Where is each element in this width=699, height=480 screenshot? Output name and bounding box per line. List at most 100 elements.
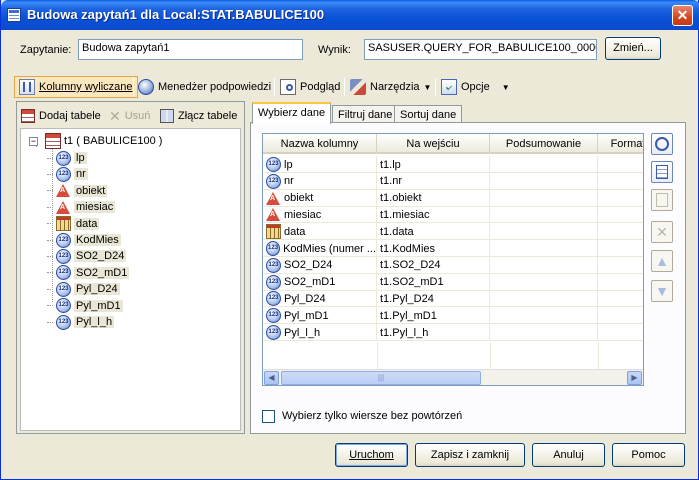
cell-column-name[interactable]: 123 Pyl_D24 xyxy=(263,290,377,308)
remove-table-button[interactable]: ✕ Usuń xyxy=(109,105,150,127)
preview-button[interactable]: Podgląd xyxy=(280,76,340,98)
cell-input[interactable]: t1.Pyl_D24 xyxy=(377,290,490,308)
cell-column-name[interactable]: 123 KodMies (numer ... xyxy=(263,240,377,257)
grid-row[interactable]: data t1.data xyxy=(263,223,643,241)
cell-format[interactable] xyxy=(598,257,643,274)
tree-column-item[interactable]: 123 lp xyxy=(47,150,87,166)
scroll-right-icon[interactable]: ▶ xyxy=(627,371,642,385)
grid-row[interactable]: miesiac t1.miesiac xyxy=(263,206,643,224)
cell-column-name[interactable]: 123 SO2_D24 xyxy=(263,256,377,274)
cell-input[interactable]: t1.lp xyxy=(377,156,490,173)
tab-select-data[interactable]: Wybierz dane xyxy=(252,102,332,124)
header-summary[interactable]: Podsumowanie xyxy=(490,134,598,154)
tree-column-item[interactable]: 123 KodMies xyxy=(47,232,121,248)
header-format[interactable]: Format xyxy=(598,134,643,154)
cell-format[interactable] xyxy=(598,173,643,190)
cell-format[interactable] xyxy=(598,324,643,341)
move-down-button[interactable]: ▼ xyxy=(651,280,673,302)
prompt-manager-button[interactable]: Menedżer podpowiedzi xyxy=(138,76,271,98)
tree-column-item[interactable]: miesiac xyxy=(47,199,116,215)
computed-columns-button[interactable]: Kolumny wyliczane xyxy=(14,76,138,98)
cell-summary[interactable] xyxy=(490,324,598,341)
grid-row[interactable]: 123 Pyl_D24 t1.Pyl_D24 xyxy=(263,290,643,308)
cell-column-name[interactable]: 123 SO2_mD1 xyxy=(263,273,377,291)
cell-input[interactable]: t1.KodMies xyxy=(377,240,490,257)
cell-format[interactable] xyxy=(598,206,643,223)
cell-input[interactable]: t1.SO2_mD1 xyxy=(377,273,490,291)
cell-summary[interactable] xyxy=(490,240,598,257)
cell-summary[interactable] xyxy=(490,307,598,325)
cell-format[interactable] xyxy=(598,223,643,240)
join-tables-button[interactable]: Złącz tabele xyxy=(160,105,237,127)
grid-row[interactable]: 123 Pyl_mD1 t1.Pyl_mD1 xyxy=(263,307,643,325)
cell-format[interactable] xyxy=(598,156,643,173)
grid-row[interactable]: 123 Pyl_l_h t1.Pyl_l_h xyxy=(263,324,643,341)
cell-summary[interactable] xyxy=(490,256,598,274)
cell-column-name[interactable]: obiekt xyxy=(263,189,377,207)
cell-summary[interactable] xyxy=(490,206,598,224)
add-table-button[interactable]: Dodaj tabele xyxy=(21,105,101,127)
cell-summary[interactable] xyxy=(490,156,598,173)
tree-column-item[interactable]: 123 nr xyxy=(47,166,88,182)
tree-column-item[interactable]: obiekt xyxy=(47,183,108,199)
grid-row[interactable]: 123 SO2_mD1 t1.SO2_mD1 xyxy=(263,273,643,291)
column-properties-button[interactable] xyxy=(651,133,673,155)
scroll-left-icon[interactable]: ◀ xyxy=(264,371,279,385)
cell-input[interactable]: t1.Pyl_mD1 xyxy=(377,307,490,325)
cell-column-name[interactable]: 123 nr xyxy=(263,172,377,190)
cell-input[interactable]: t1.Pyl_l_h xyxy=(377,324,490,341)
grid-row[interactable]: obiekt t1.obiekt xyxy=(263,189,643,207)
edit-column-button[interactable] xyxy=(651,189,673,211)
help-button[interactable]: Pomoc xyxy=(612,443,685,467)
grid-row[interactable]: 123 lp t1.lp xyxy=(263,156,643,173)
save-close-button[interactable]: Zapisz i zamknij xyxy=(415,443,525,467)
delete-column-button[interactable]: ✕ xyxy=(651,221,673,243)
close-window-button[interactable]: ✕ xyxy=(672,5,693,26)
grid-row[interactable]: 123 KodMies (numer ... t1.KodMies xyxy=(263,240,643,257)
tools-menu-button[interactable]: Narzędzia ▼ xyxy=(350,76,431,98)
grid-row[interactable]: 123 nr t1.nr xyxy=(263,172,643,190)
change-result-button[interactable]: Zmień... xyxy=(605,37,661,60)
cell-input[interactable]: t1.obiekt xyxy=(377,189,490,207)
query-name-input[interactable]: Budowa zapytań1 xyxy=(78,39,303,60)
tree-column-item[interactable]: 123 Pyl_l_h xyxy=(47,314,115,330)
cell-input[interactable]: t1.data xyxy=(377,223,490,241)
cell-column-name[interactable]: miesiac xyxy=(263,206,377,224)
tree-root-row[interactable]: − t1 ( BABULICE100 ) xyxy=(29,133,162,149)
cell-summary[interactable] xyxy=(490,273,598,291)
cell-summary[interactable] xyxy=(490,189,598,207)
grid-row[interactable]: 123 SO2_D24 t1.SO2_D24 xyxy=(263,256,643,274)
cell-column-name[interactable]: 123 Pyl_mD1 xyxy=(263,307,377,325)
cell-format[interactable] xyxy=(598,290,643,307)
tree-column-item[interactable]: 123 SO2_mD1 xyxy=(47,265,130,281)
run-button[interactable]: Uruchom xyxy=(335,443,408,467)
cell-format[interactable] xyxy=(598,307,643,324)
cancel-button[interactable]: Anuluj xyxy=(532,443,605,467)
distinct-rows-checkbox[interactable] xyxy=(262,410,275,423)
move-up-button[interactable]: ▲ xyxy=(651,250,673,272)
cell-format[interactable] xyxy=(598,240,643,257)
collapse-icon[interactable]: − xyxy=(29,136,38,146)
scroll-thumb[interactable]: ||| xyxy=(281,371,481,385)
cell-format[interactable] xyxy=(598,190,643,207)
cell-summary[interactable] xyxy=(490,290,598,308)
horizontal-scrollbar[interactable]: ◀ ||| ▶ xyxy=(263,369,643,385)
calculator-button[interactable] xyxy=(651,161,673,183)
cell-summary[interactable] xyxy=(490,172,598,190)
options-menu-button[interactable]: Opcje ▼ xyxy=(441,76,510,98)
header-input[interactable]: Na wejściu xyxy=(377,134,490,154)
cell-column-name[interactable]: 123 Pyl_l_h xyxy=(263,324,377,341)
result-table-input[interactable]: SASUSER.QUERY_FOR_BABULICE100_0000 xyxy=(364,39,597,60)
cell-format[interactable] xyxy=(598,274,643,291)
cell-input[interactable]: t1.SO2_D24 xyxy=(377,256,490,274)
cell-input[interactable]: t1.miesiac xyxy=(377,206,490,224)
tree-column-item[interactable]: 123 Pyl_mD1 xyxy=(47,298,123,314)
header-column-name[interactable]: Nazwa kolumny xyxy=(263,134,377,154)
cell-column-name[interactable]: data xyxy=(263,223,377,241)
cell-column-name[interactable]: 123 lp xyxy=(263,156,377,173)
tree-column-item[interactable]: 123 Pyl_D24 xyxy=(47,281,120,297)
cell-summary[interactable] xyxy=(490,223,598,241)
tree-column-item[interactable]: data xyxy=(47,216,100,232)
tree-column-item[interactable]: 123 SO2_D24 xyxy=(47,248,127,264)
cell-input[interactable]: t1.nr xyxy=(377,172,490,190)
